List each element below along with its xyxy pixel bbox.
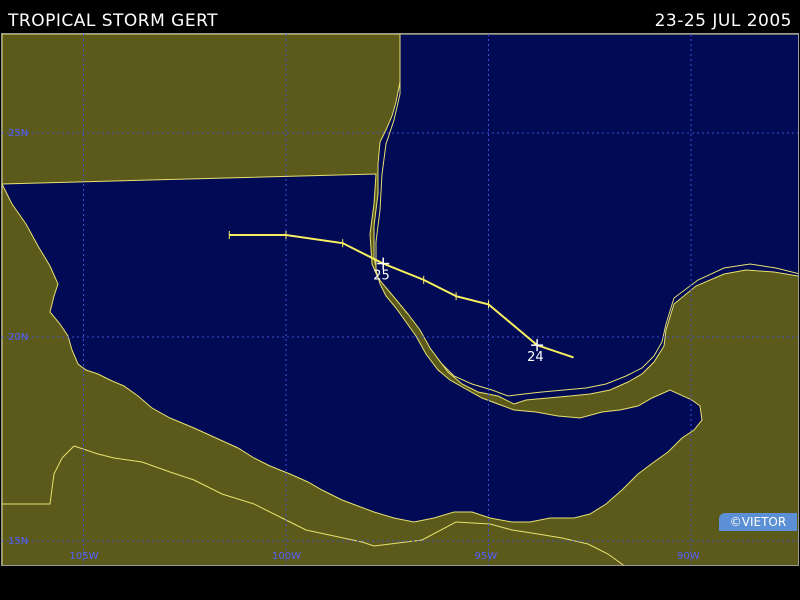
day-label: 25	[373, 269, 390, 284]
latitude-label: 20N	[8, 332, 28, 343]
longitude-label: 100W	[272, 551, 301, 562]
latitude-label: 25N	[8, 128, 28, 139]
longitude-label: 105W	[70, 551, 99, 562]
credit-badge: ©VIETOR	[719, 513, 797, 531]
land-masses	[2, 34, 798, 565]
longitude-label: 90W	[677, 551, 700, 562]
date-range: 23-25 JUL 2005	[654, 11, 792, 31]
day-label: 24	[527, 350, 544, 365]
latitude-label: 15N	[8, 536, 28, 547]
storm-track-map: 25N 20N 15N 105W 100W 95W 90W 24 25 ©VIETOR	[1, 33, 799, 566]
longitude-label: 95W	[475, 551, 498, 562]
map-title: TROPICAL STORM GERT	[8, 11, 219, 31]
